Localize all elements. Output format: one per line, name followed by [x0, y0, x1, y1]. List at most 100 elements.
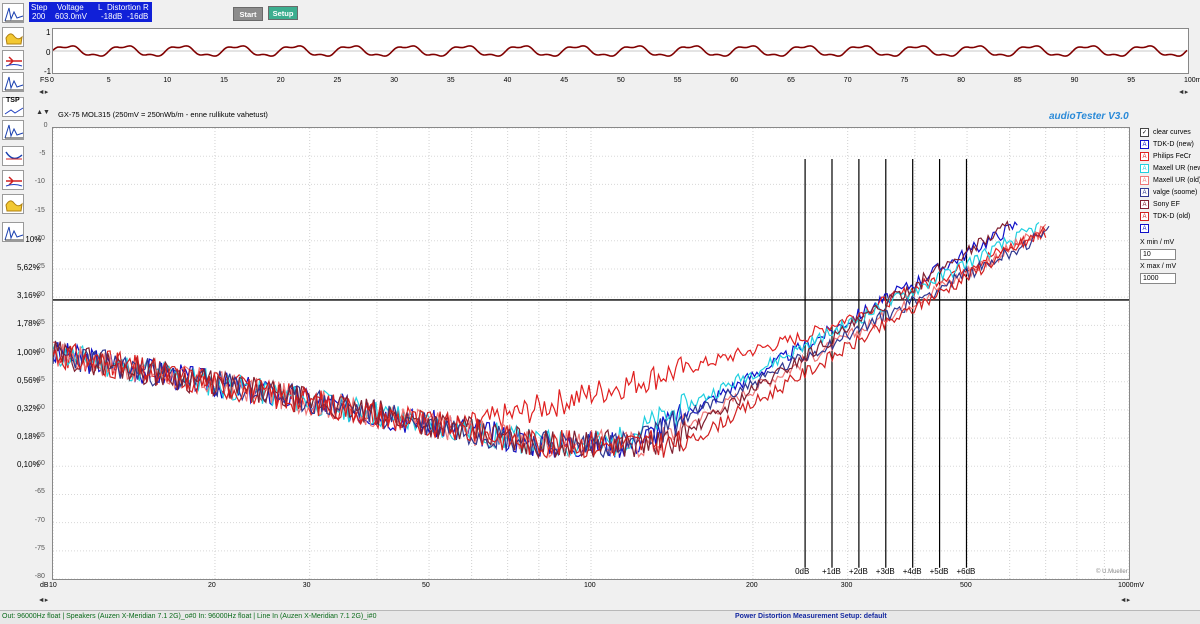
legend-item[interactable]: A Philips FeCr	[1140, 151, 1191, 163]
status-readout: Step Voltage L Distortion R 200 603.0mV …	[29, 2, 152, 22]
x-tick: 1000mV	[1118, 582, 1145, 589]
scope-icon[interactable]	[2, 3, 24, 23]
xmin-label: X min / mV	[1140, 239, 1175, 246]
x-tick: 20	[207, 582, 216, 589]
scope-panel	[52, 28, 1189, 74]
left-distortion-value: -18dB	[101, 12, 123, 21]
voltage-value: 603.0mV	[55, 12, 88, 21]
filter-icon[interactable]	[2, 194, 24, 214]
response-icon[interactable]	[2, 146, 24, 166]
audio-device-info: Out: 96000Hz float | Speakers (Auzen X-M…	[2, 613, 377, 620]
scope-x-tick: 30	[390, 77, 398, 84]
distortion-graph[interactable]	[52, 127, 1130, 580]
legend-label: Sony EF	[1153, 201, 1180, 208]
x-tick: 200	[745, 582, 758, 589]
legend-item[interactable]: A Maxell UR (new)	[1140, 163, 1200, 175]
x-tick: 50	[422, 582, 430, 589]
voltage-label: Voltage	[57, 3, 84, 12]
legend-item[interactable]: A TDK-D (old)	[1140, 211, 1190, 223]
x-unit-label: dB	[40, 582, 49, 589]
xmax-input[interactable]: 1000	[1140, 273, 1176, 284]
scope-x-tick: 35	[446, 77, 455, 84]
legend-label: Maxell UR (new)	[1153, 165, 1200, 172]
legend-item[interactable]: A Maxell UR (old)	[1140, 175, 1200, 187]
distortion-icon[interactable]	[2, 50, 24, 70]
curve-color-swatch: A	[1140, 163, 1149, 173]
graph-scroll-up-button[interactable]: ▲▼	[36, 106, 50, 120]
setup-button[interactable]: Setup	[268, 6, 298, 20]
curve-color-swatch: A	[1140, 199, 1149, 209]
marker-label: 0dB	[795, 567, 810, 576]
x-tick: 10	[49, 582, 57, 589]
clear-curves-button[interactable]: ✓ clear curves	[1140, 127, 1191, 139]
meter-icon[interactable]	[2, 222, 24, 242]
marker-label: +5dB	[929, 567, 949, 576]
scope-x-tick: 0	[50, 77, 54, 84]
curve-color-swatch: A	[1140, 223, 1149, 233]
xmin-input[interactable]: 10	[1140, 249, 1176, 260]
scope-x-tick: 55	[673, 77, 682, 84]
pct-tick: 0,18%	[17, 432, 40, 442]
scope-scroll-right-button[interactable]: ◄▸	[1176, 86, 1190, 100]
start-button[interactable]: Start	[233, 7, 263, 21]
db-tick: -65	[34, 488, 45, 496]
scope-y-tick: 0	[46, 48, 51, 57]
legend-label: Maxell UR (old)	[1153, 177, 1200, 184]
spectrum-icon[interactable]	[2, 27, 24, 47]
scope-x-tick: 85	[1013, 77, 1022, 84]
db-tick: -75	[34, 544, 45, 552]
legend-label: TDK-D (new)	[1153, 141, 1194, 148]
marker-label: +3dB	[875, 567, 895, 576]
legend-label: TDK-D (old)	[1153, 213, 1191, 220]
x-tick: 500	[960, 582, 972, 589]
step-value: 200	[32, 12, 46, 21]
tsp-icon[interactable]: TSP	[2, 97, 24, 117]
scope-x-tick: 5	[106, 77, 111, 84]
scope-x-tick: 80	[957, 77, 965, 84]
x-scroll-left-button[interactable]: ◄▸	[36, 594, 50, 608]
x-tick: 100	[584, 582, 596, 589]
clear-icon: ✓	[1140, 127, 1149, 137]
legend-item[interactable]: A	[1140, 223, 1153, 235]
scope-x-tick: 75	[900, 77, 909, 84]
curve-color-swatch: A	[1140, 211, 1149, 221]
distortion-curve	[52, 225, 1047, 459]
scope-x-tick: 70	[843, 77, 852, 84]
curve-color-swatch: A	[1140, 175, 1149, 185]
status-bar: Out: 96000Hz float | Speakers (Auzen X-M…	[0, 610, 1200, 624]
sweep-icon[interactable]	[2, 72, 24, 92]
tsp-label: TSP	[6, 97, 20, 104]
pct-tick: 0,32%	[17, 403, 40, 413]
scope-x-tick: 20	[276, 77, 285, 84]
pct-tick: 1,00%	[17, 347, 40, 357]
right-channel-label: R	[143, 3, 149, 12]
pct-tick: 0,56%	[17, 375, 40, 385]
scope-fs-label: FS	[40, 77, 49, 84]
legend-item[interactable]: A TDK-D (new)	[1140, 139, 1194, 151]
setup-name: Power Distortion Measurement Setup: defa…	[735, 613, 887, 620]
xmax-label: X max / mV	[1140, 263, 1177, 270]
curve-color-swatch: A	[1140, 139, 1149, 149]
marker-label: +1dB	[821, 567, 841, 576]
level-icon[interactable]	[2, 170, 24, 190]
scope-scroll-left-button[interactable]: ◄▸	[36, 86, 50, 100]
graph-title: GX-75 MOL315 (250mV = 250nWb/m - enne ru…	[58, 110, 268, 119]
curve-color-swatch: A	[1140, 151, 1149, 161]
scope-waveform	[52, 45, 1188, 57]
distortion-curve	[52, 221, 1040, 458]
legend-item[interactable]: A Sony EF	[1140, 199, 1180, 211]
app-title: audioTester V3.0	[1049, 111, 1129, 122]
left-channel-label: L	[98, 3, 103, 12]
scope-x-tick: 25	[333, 77, 342, 84]
marker-label: +2dB	[848, 567, 868, 576]
db-tick: 0	[43, 122, 48, 129]
curve-color-swatch: A	[1140, 187, 1149, 197]
scope-x-tick: 100ms	[1184, 77, 1200, 84]
pct-tick: 0,10%	[17, 460, 40, 470]
x-scroll-right-button[interactable]: ◄▸	[1118, 594, 1132, 608]
scope-trace	[52, 45, 1188, 57]
scope-y-tick: -1	[44, 67, 52, 76]
impulse-icon[interactable]	[2, 120, 24, 140]
db-tick: -15	[34, 206, 45, 214]
legend-item[interactable]: Avalge (soome)	[1140, 187, 1197, 199]
